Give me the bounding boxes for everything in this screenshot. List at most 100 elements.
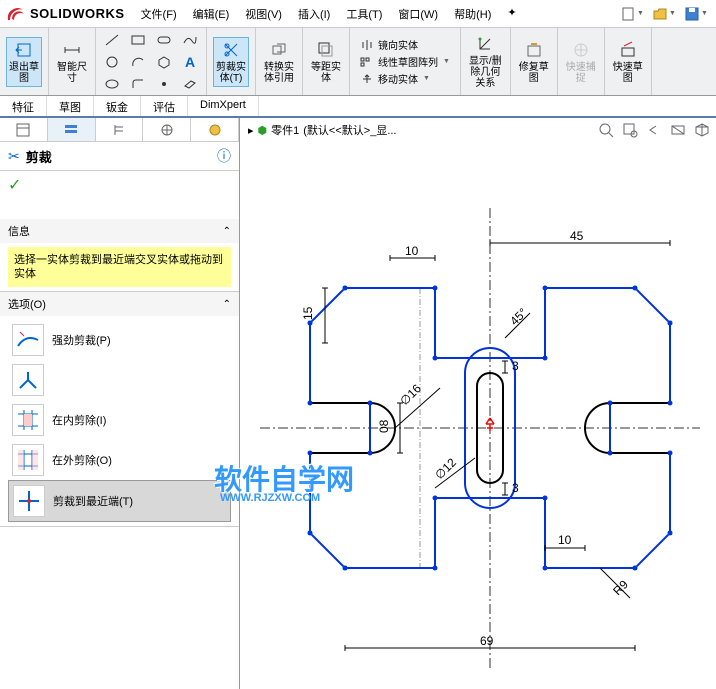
option-corner[interactable] bbox=[8, 360, 231, 400]
property-manager: ✂ 剪裁 ⓘ ✓ 信息 ⌃ 选择一实体剪裁到最近端交叉实体或拖动到实体 选项(O… bbox=[0, 118, 240, 689]
dim-10b: 10 bbox=[558, 533, 572, 547]
smart-dim-icon bbox=[62, 40, 82, 60]
linear-pattern-button[interactable]: 线性草图阵列▼ bbox=[360, 54, 450, 69]
power-trim-label: 强劲剪裁(P) bbox=[52, 332, 111, 348]
display-delete-label: 显示/删除几何关系 bbox=[469, 56, 502, 89]
convert-icon bbox=[269, 40, 289, 60]
ok-button[interactable]: ✓ bbox=[0, 171, 239, 199]
new-button[interactable]: ▼ bbox=[618, 4, 646, 24]
panel-tab-feature-tree-icon[interactable] bbox=[0, 118, 48, 141]
fillet-tool-icon[interactable] bbox=[126, 74, 150, 94]
panel-tab-appearance-icon[interactable] bbox=[191, 118, 239, 141]
rect-tool-icon[interactable] bbox=[126, 30, 150, 50]
repair-button[interactable]: 修复草图 bbox=[517, 38, 551, 86]
repair-label: 修复草图 bbox=[519, 62, 549, 84]
move-label: 移动实体 bbox=[378, 71, 418, 86]
tab-dimxpert[interactable]: DimXpert bbox=[188, 96, 259, 116]
menu-star-icon[interactable]: ✦ bbox=[503, 4, 520, 24]
option-power-trim[interactable]: 强劲剪裁(P) bbox=[8, 320, 231, 360]
option-trim-closest[interactable]: 剪裁到最近端(T) bbox=[8, 480, 231, 522]
ribbon-sketch-tools: A bbox=[96, 28, 207, 95]
polygon-tool-icon[interactable] bbox=[152, 52, 176, 72]
ellipse-tool-icon[interactable] bbox=[100, 74, 124, 94]
tab-sketch[interactable]: 草图 bbox=[47, 96, 94, 116]
menu-tools[interactable]: 工具(T) bbox=[342, 4, 386, 24]
convert-button[interactable]: 转换实体引用 bbox=[262, 38, 296, 86]
menu-insert[interactable]: 插入(I) bbox=[294, 4, 334, 24]
circle-tool-icon[interactable] bbox=[100, 52, 124, 72]
smart-dim-label: 智能尺寸 bbox=[57, 62, 87, 84]
panel-tab-display-icon[interactable] bbox=[143, 118, 191, 141]
logo: SOLIDWORKS bbox=[6, 5, 125, 23]
part-icon: ⬢ bbox=[258, 124, 268, 137]
tab-evaluate[interactable]: 评估 bbox=[141, 96, 188, 116]
option-trim-inside[interactable]: 在内剪除(I) bbox=[8, 400, 231, 440]
breadcrumb: ▸ ⬢ 零件1 (默认<<默认>_显... bbox=[248, 122, 397, 138]
save-button[interactable]: ▼ bbox=[682, 4, 710, 24]
arc-tool-icon[interactable] bbox=[126, 52, 150, 72]
open-button[interactable]: ▼ bbox=[650, 4, 678, 24]
pm-info-header[interactable]: 信息 ⌃ bbox=[0, 219, 239, 243]
quick-access: ▼ ▼ ▼ bbox=[618, 4, 710, 24]
dim-45deg: 45° bbox=[507, 305, 530, 328]
dim-dia16: ∅16 bbox=[397, 381, 424, 408]
menubar: SOLIDWORKS 文件(F) 编辑(E) 视图(V) 插入(I) 工具(T)… bbox=[0, 0, 716, 28]
offset-button[interactable]: 等距实体 bbox=[309, 38, 343, 86]
dim-45: 45 bbox=[570, 229, 584, 243]
dim-3b: 3 bbox=[512, 481, 519, 495]
breadcrumb-arrow-icon[interactable]: ▸ bbox=[248, 124, 254, 137]
repair-icon bbox=[524, 40, 544, 60]
mirror-button[interactable]: 镜向实体 bbox=[360, 37, 450, 52]
convert-label: 转换实体引用 bbox=[264, 62, 294, 84]
help-icon[interactable]: ⓘ bbox=[217, 146, 231, 166]
zoom-area-icon[interactable] bbox=[620, 120, 640, 140]
menu-window[interactable]: 窗口(W) bbox=[394, 4, 442, 24]
graphics-area[interactable]: ▸ ⬢ 零件1 (默认<<默认>_显... bbox=[240, 118, 716, 689]
dim-3a: 3 bbox=[512, 359, 519, 373]
spline-tool-icon[interactable] bbox=[178, 30, 202, 50]
tab-features[interactable]: 特征 bbox=[0, 96, 47, 116]
dim-r9: R9 bbox=[610, 577, 631, 598]
section-view-icon[interactable] bbox=[668, 120, 688, 140]
breadcrumb-part[interactable]: 零件1 bbox=[271, 122, 299, 138]
feature-tabs: 特征 草图 钣金 评估 DimXpert bbox=[0, 96, 716, 118]
smart-dim-button[interactable]: 智能尺寸 bbox=[55, 38, 89, 86]
point-tool-icon[interactable] bbox=[152, 74, 176, 94]
panel-tab-config-icon[interactable] bbox=[96, 118, 144, 141]
option-trim-outside[interactable]: 在外剪除(O) bbox=[8, 440, 231, 480]
quick-sketch-button[interactable]: 快速草图 bbox=[611, 38, 645, 86]
logo-text: SOLIDWORKS bbox=[30, 6, 125, 21]
trim-button[interactable]: 剪裁实体(T) bbox=[213, 37, 249, 87]
zoom-fit-icon[interactable] bbox=[596, 120, 616, 140]
pm-options-title: 选项(O) bbox=[8, 296, 223, 312]
line-tool-icon[interactable] bbox=[100, 30, 124, 50]
trim-closest-label: 剪裁到最近端(T) bbox=[53, 493, 133, 509]
trim-closest-icon bbox=[13, 485, 45, 517]
quick-sketch-icon bbox=[618, 40, 638, 60]
panel-tab-property-icon[interactable] bbox=[48, 118, 96, 141]
previous-view-icon[interactable] bbox=[644, 120, 664, 140]
menu-view[interactable]: 视图(V) bbox=[241, 4, 286, 24]
breadcrumb-config: (默认<<默认>_显... bbox=[303, 122, 396, 138]
slot-tool-icon[interactable] bbox=[152, 30, 176, 50]
pm-options-header[interactable]: 选项(O) ⌃ bbox=[0, 292, 239, 316]
menu-file[interactable]: 文件(F) bbox=[137, 4, 181, 24]
display-delete-relations-button[interactable]: 显示/删除几何关系 bbox=[467, 32, 504, 91]
text-tool-icon[interactable]: A bbox=[178, 52, 202, 72]
exit-sketch-button[interactable]: 退出草图 bbox=[6, 37, 42, 87]
menu-help[interactable]: 帮助(H) bbox=[450, 4, 495, 24]
dim-dia12: ∅12 bbox=[432, 455, 459, 482]
trim-outside-icon bbox=[12, 444, 44, 476]
pm-options-section: 选项(O) ⌃ 强劲剪裁(P) 在内剪除(I) 在外剪除(O bbox=[0, 292, 239, 527]
plane-tool-icon[interactable] bbox=[178, 74, 202, 94]
pm-header: ✂ 剪裁 ⓘ bbox=[0, 142, 239, 171]
view-orientation-icon[interactable] bbox=[692, 120, 712, 140]
trim-inside-icon bbox=[12, 404, 44, 436]
ribbon-offset-group: 等距实体 bbox=[303, 28, 350, 95]
tab-sheetmetal[interactable]: 钣金 bbox=[94, 96, 141, 116]
dim-08: 08 bbox=[377, 419, 391, 433]
dim-69: 69 bbox=[480, 634, 494, 648]
menu-edit[interactable]: 编辑(E) bbox=[189, 4, 234, 24]
ribbon-smart-dim-group: 智能尺寸 bbox=[49, 28, 96, 95]
move-button[interactable]: 移动实体▼ bbox=[360, 71, 450, 86]
